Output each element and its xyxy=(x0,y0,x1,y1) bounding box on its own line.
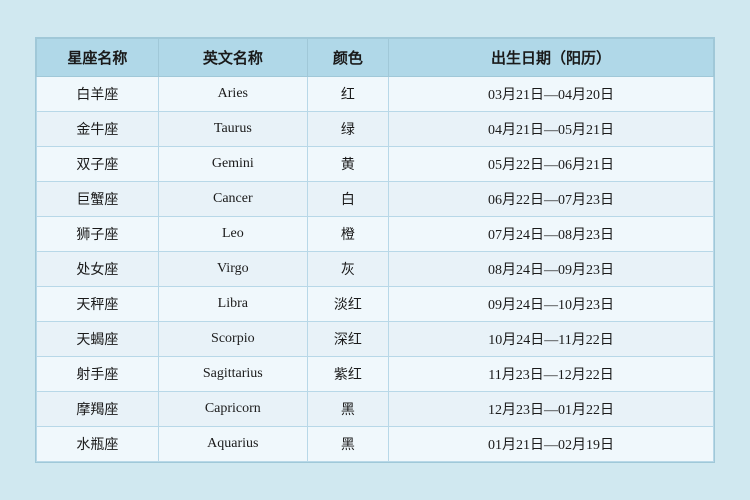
table-row: 巨蟹座Cancer白06月22日—07月23日 xyxy=(37,182,714,217)
cell-english: Taurus xyxy=(158,112,307,147)
cell-date: 09月24日—10月23日 xyxy=(389,287,714,322)
cell-english: Virgo xyxy=(158,252,307,287)
cell-color: 黑 xyxy=(307,427,388,462)
cell-color: 灰 xyxy=(307,252,388,287)
table-header-row: 星座名称 英文名称 颜色 出生日期（阳历） xyxy=(37,39,714,77)
cell-chinese: 摩羯座 xyxy=(37,392,159,427)
cell-english: Gemini xyxy=(158,147,307,182)
table-row: 处女座Virgo灰08月24日—09月23日 xyxy=(37,252,714,287)
cell-chinese: 双子座 xyxy=(37,147,159,182)
header-color: 颜色 xyxy=(307,39,388,77)
cell-color: 紫红 xyxy=(307,357,388,392)
table-row: 水瓶座Aquarius黑01月21日—02月19日 xyxy=(37,427,714,462)
table-row: 射手座Sagittarius紫红11月23日—12月22日 xyxy=(37,357,714,392)
cell-date: 01月21日—02月19日 xyxy=(389,427,714,462)
zodiac-table-container: 星座名称 英文名称 颜色 出生日期（阳历） 白羊座Aries红03月21日—04… xyxy=(35,37,715,463)
header-date: 出生日期（阳历） xyxy=(389,39,714,77)
table-body: 白羊座Aries红03月21日—04月20日金牛座Taurus绿04月21日—0… xyxy=(37,77,714,462)
cell-english: Libra xyxy=(158,287,307,322)
cell-chinese: 天蝎座 xyxy=(37,322,159,357)
cell-color: 黑 xyxy=(307,392,388,427)
cell-english: Aquarius xyxy=(158,427,307,462)
cell-chinese: 水瓶座 xyxy=(37,427,159,462)
cell-date: 03月21日—04月20日 xyxy=(389,77,714,112)
cell-chinese: 射手座 xyxy=(37,357,159,392)
header-chinese: 星座名称 xyxy=(37,39,159,77)
cell-color: 红 xyxy=(307,77,388,112)
table-row: 天秤座Libra淡红09月24日—10月23日 xyxy=(37,287,714,322)
cell-chinese: 金牛座 xyxy=(37,112,159,147)
cell-date: 06月22日—07月23日 xyxy=(389,182,714,217)
cell-date: 04月21日—05月21日 xyxy=(389,112,714,147)
cell-date: 07月24日—08月23日 xyxy=(389,217,714,252)
cell-chinese: 巨蟹座 xyxy=(37,182,159,217)
cell-date: 08月24日—09月23日 xyxy=(389,252,714,287)
cell-date: 11月23日—12月22日 xyxy=(389,357,714,392)
table-row: 白羊座Aries红03月21日—04月20日 xyxy=(37,77,714,112)
cell-date: 12月23日—01月22日 xyxy=(389,392,714,427)
cell-english: Capricorn xyxy=(158,392,307,427)
zodiac-table: 星座名称 英文名称 颜色 出生日期（阳历） 白羊座Aries红03月21日—04… xyxy=(36,38,714,462)
cell-color: 白 xyxy=(307,182,388,217)
cell-date: 05月22日—06月21日 xyxy=(389,147,714,182)
cell-color: 橙 xyxy=(307,217,388,252)
cell-color: 淡红 xyxy=(307,287,388,322)
cell-chinese: 处女座 xyxy=(37,252,159,287)
cell-date: 10月24日—11月22日 xyxy=(389,322,714,357)
table-row: 摩羯座Capricorn黑12月23日—01月22日 xyxy=(37,392,714,427)
table-row: 金牛座Taurus绿04月21日—05月21日 xyxy=(37,112,714,147)
header-english: 英文名称 xyxy=(158,39,307,77)
cell-color: 黄 xyxy=(307,147,388,182)
cell-english: Cancer xyxy=(158,182,307,217)
cell-chinese: 狮子座 xyxy=(37,217,159,252)
cell-color: 深红 xyxy=(307,322,388,357)
table-row: 狮子座Leo橙07月24日—08月23日 xyxy=(37,217,714,252)
cell-chinese: 白羊座 xyxy=(37,77,159,112)
cell-chinese: 天秤座 xyxy=(37,287,159,322)
table-row: 双子座Gemini黄05月22日—06月21日 xyxy=(37,147,714,182)
cell-english: Leo xyxy=(158,217,307,252)
cell-english: Sagittarius xyxy=(158,357,307,392)
cell-english: Aries xyxy=(158,77,307,112)
cell-english: Scorpio xyxy=(158,322,307,357)
table-row: 天蝎座Scorpio深红10月24日—11月22日 xyxy=(37,322,714,357)
cell-color: 绿 xyxy=(307,112,388,147)
